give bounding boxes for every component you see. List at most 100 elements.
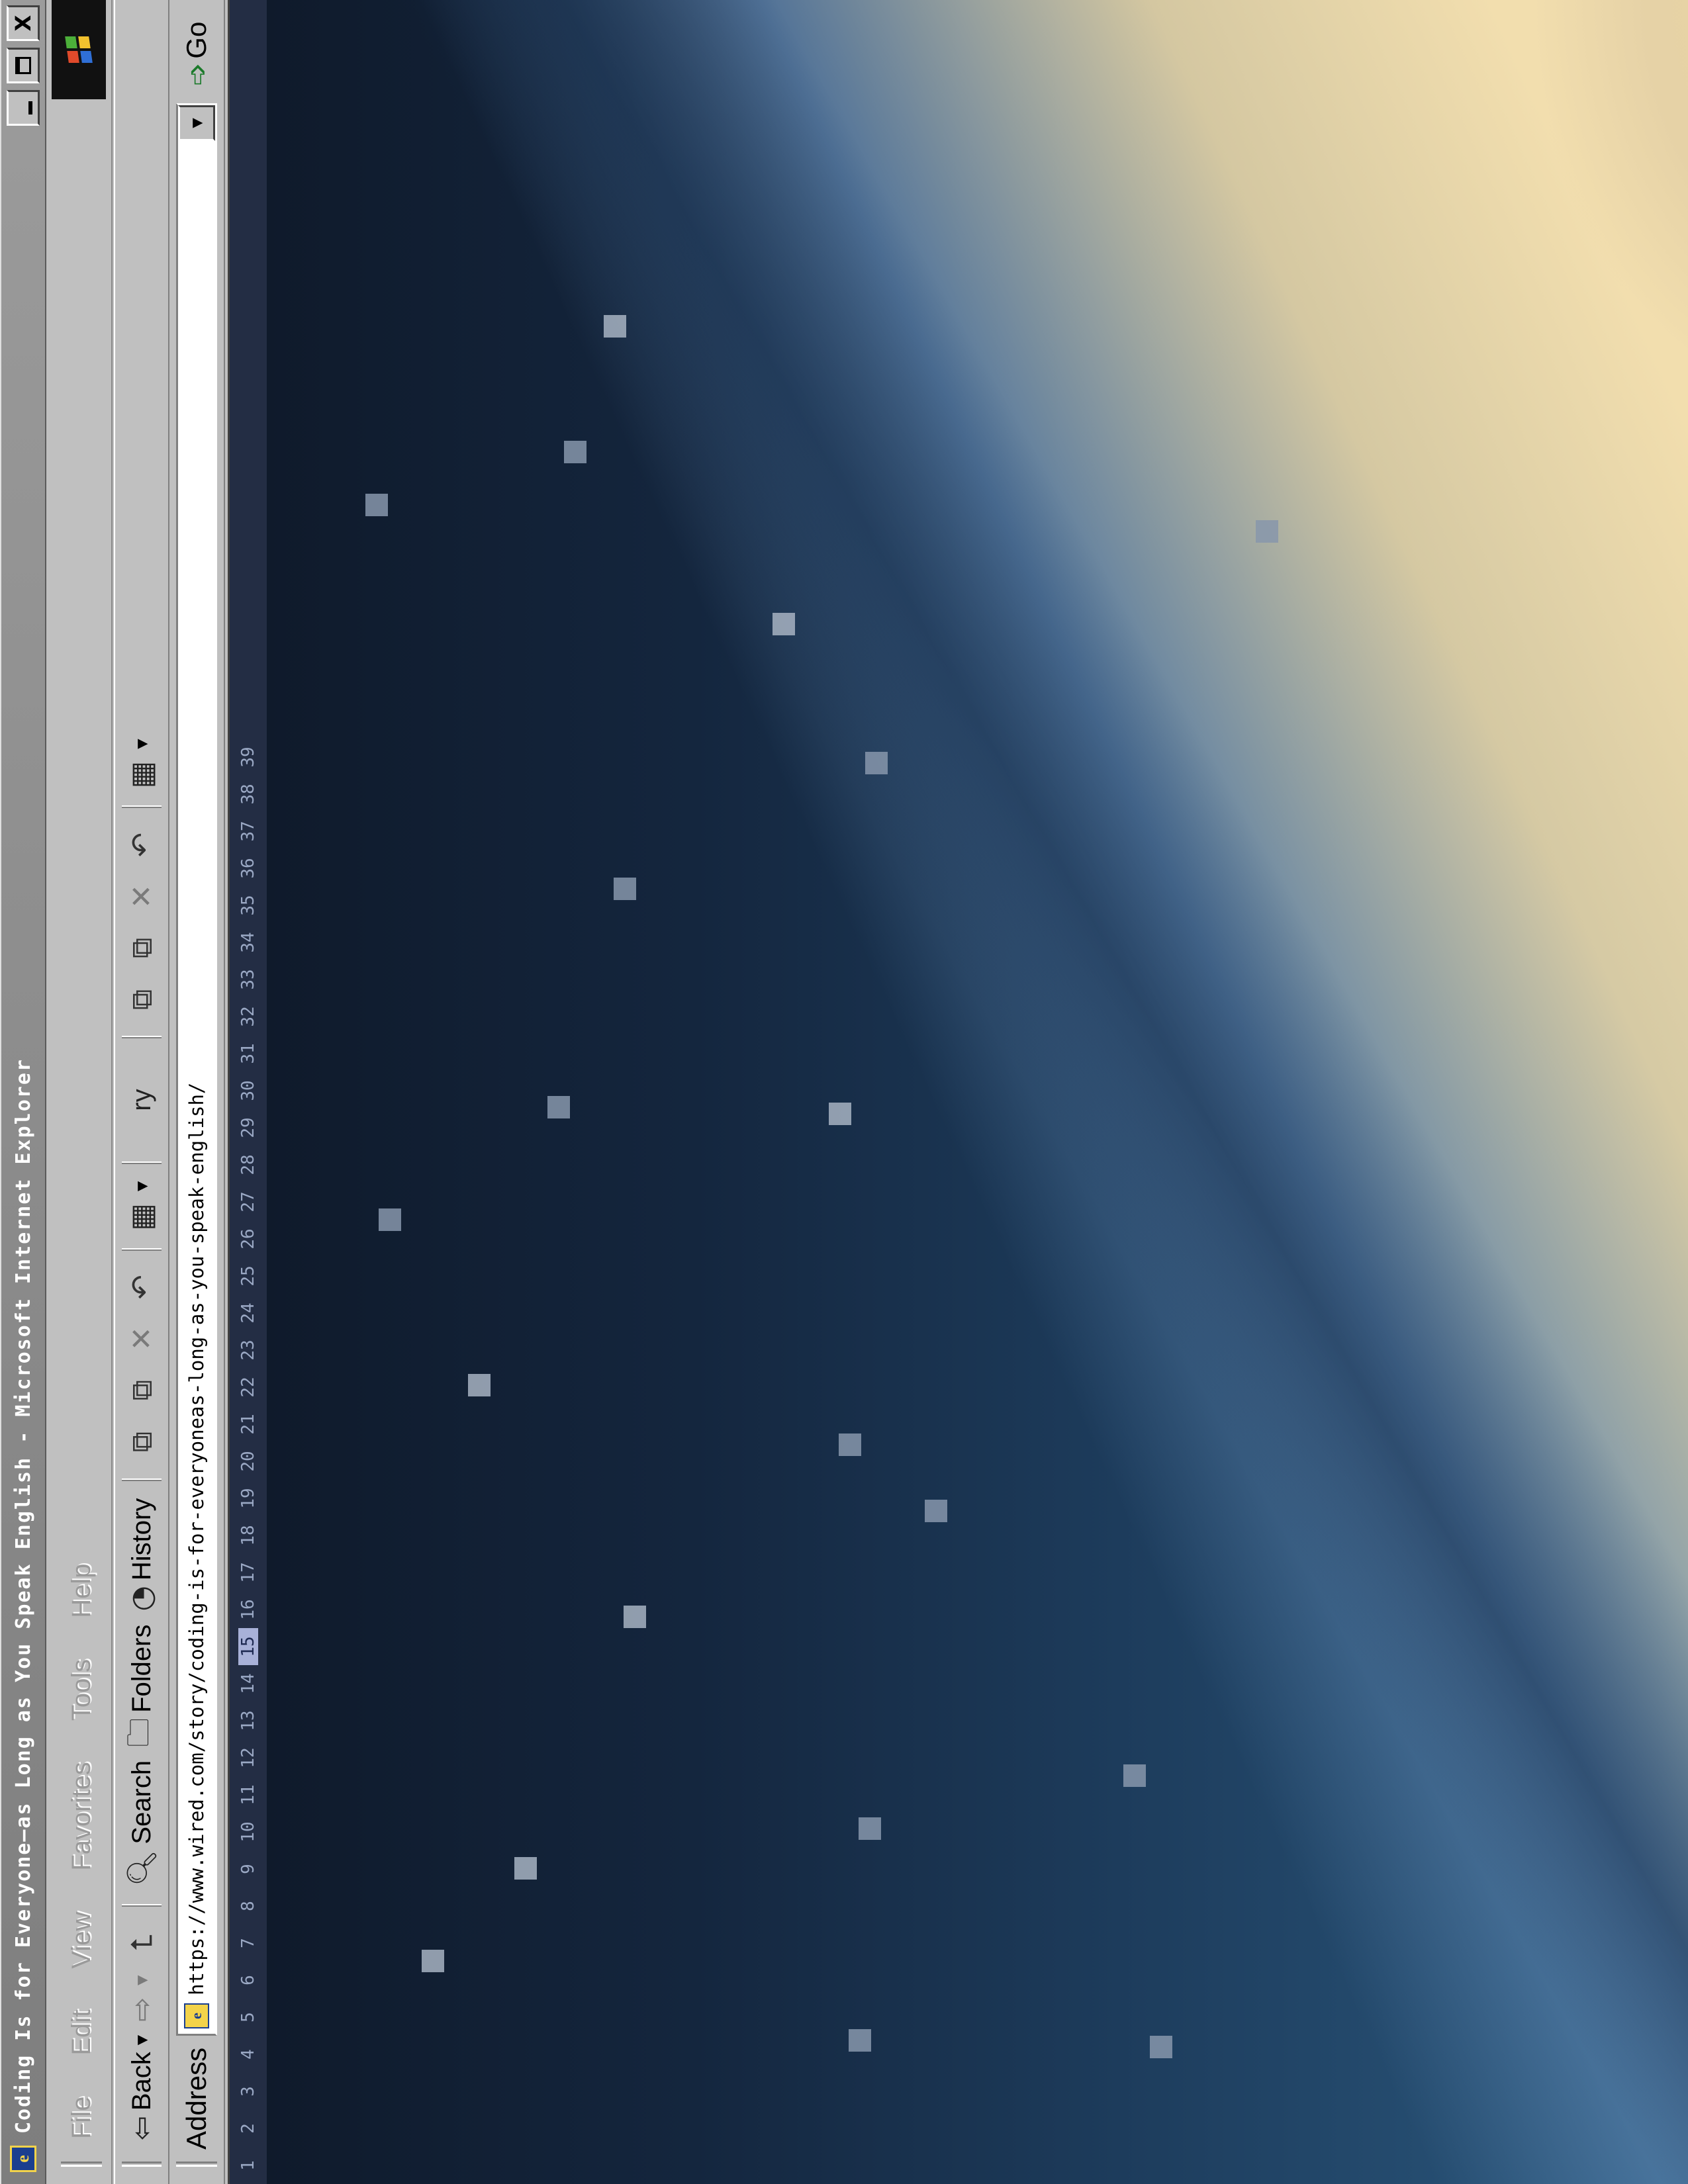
forward-arrow-icon: ⇨ <box>124 1997 159 2022</box>
address-bar: Address e ▼ ➩ Go <box>169 0 225 2184</box>
address-field[interactable]: e ▼ <box>176 103 217 2036</box>
menu-view[interactable]: View <box>67 1912 97 1969</box>
line-number: 16 <box>238 1599 258 1620</box>
delete-button[interactable]: ✕ <box>122 1320 161 1358</box>
menu-file[interactable]: File <box>67 2097 97 2139</box>
star-pixel <box>365 494 388 516</box>
line-number: 27 <box>238 1191 258 1212</box>
address-label: Address <box>181 2047 212 2150</box>
delete-button-2[interactable]: ✕ <box>122 877 161 915</box>
star-pixel <box>468 1374 491 1396</box>
undo-button-2[interactable]: ↶ <box>122 825 161 864</box>
star-pixel <box>547 1096 570 1118</box>
star-pixel <box>773 613 795 635</box>
move-to-button-2[interactable]: ⧉ <box>122 980 161 1019</box>
line-number: 1 <box>238 2160 258 2171</box>
galaxy-dust-lane <box>267 0 1688 2184</box>
title-bar[interactable]: e Coding Is for Everyone—as Long as You … <box>0 0 46 2184</box>
close-button[interactable]: X <box>7 5 40 41</box>
line-number-gutter: 1 2 3 4 5 6 7 8 9 10 11 12 13 14 15 16 17 18 19 20 21 22 23 24 2… <box>230 0 267 2184</box>
minimize-button[interactable] <box>7 90 40 126</box>
ie-window: e Coding Is for Everyone—as Long as You … <box>0 0 1688 2184</box>
copy-to-button[interactable]: ⧉ <box>122 1371 161 1410</box>
move-to-button[interactable]: ⧉ <box>122 1423 161 1461</box>
toolbar-separator <box>122 1248 162 1251</box>
star-pixel <box>604 315 626 338</box>
views-dropdown-icon[interactable]: ▼ <box>134 739 150 749</box>
go-label: Go <box>181 21 212 59</box>
windows-logo <box>52 0 106 99</box>
move-to-icon: ⧉ <box>124 1431 159 1453</box>
toolbar-separator <box>122 805 162 809</box>
menu-bar-grip[interactable] <box>61 2161 102 2167</box>
address-bar-grip[interactable] <box>176 2161 217 2167</box>
line-number: 9 <box>238 1864 258 1874</box>
line-number: 5 <box>238 2012 258 2023</box>
history-icon: ◔ <box>124 1586 159 1612</box>
delete-icon: ✕ <box>124 884 159 909</box>
back-dropdown-icon[interactable]: ▼ <box>134 2035 150 2045</box>
line-number: 23 <box>238 1340 258 1361</box>
address-dropdown-button[interactable]: ▼ <box>178 105 215 141</box>
toolbar-grip[interactable] <box>122 2161 162 2167</box>
line-number: 13 <box>238 1710 258 1731</box>
undo-button[interactable]: ↶ <box>122 1268 161 1306</box>
star-pixel <box>614 878 636 900</box>
page-icon: e <box>184 2003 209 2028</box>
star-pixel <box>1256 520 1278 543</box>
line-number: 34 <box>238 932 258 953</box>
undo-icon: ↶ <box>124 1275 159 1300</box>
menu-edit[interactable]: Edit <box>67 2010 97 2056</box>
views-dropdown-icon[interactable]: ▼ <box>134 1181 150 1191</box>
line-number: 33 <box>238 969 258 990</box>
up-folder-button[interactable]: ⮤ <box>122 1924 161 1962</box>
ie-page-icon[interactable]: e <box>10 2146 36 2172</box>
toolbar-separator <box>122 1036 162 1039</box>
page-content[interactable]: 1 2 3 4 5 6 7 8 9 10 11 12 13 14 15 16 17 18 19 20 21 22 23 24 2… <box>228 0 1688 2184</box>
chevron-down-icon: ▼ <box>189 118 205 128</box>
line-number: 37 <box>238 821 258 842</box>
line-number: 30 <box>238 1080 258 1101</box>
views-button[interactable]: ▦ ▼ <box>120 1175 163 1238</box>
menu-tools[interactable]: Tools <box>67 1659 97 1721</box>
line-number: 38 <box>238 784 258 805</box>
copy-to-icon: ⧉ <box>124 1379 159 1401</box>
search-label: Search <box>126 1760 156 1844</box>
line-number: 35 <box>238 895 258 916</box>
up-folder-icon: ⮤ <box>124 1934 159 1952</box>
folders-button[interactable]: 🗀 Folders <box>120 1618 163 1754</box>
menu-bar: File Edit View Favorites Tools Help <box>52 0 113 2184</box>
search-button[interactable]: 🔍︎ Search <box>120 1754 163 1893</box>
close-icon: X <box>11 15 36 32</box>
line-number: 36 <box>238 858 258 879</box>
forward-button[interactable]: ⇨ ▼ <box>120 1969 163 2028</box>
back-label: Back <box>126 2052 156 2111</box>
line-number: 15 <box>238 1628 258 1665</box>
history-label: History <box>126 1498 156 1581</box>
folders-icon: 🗀 <box>121 1717 156 1747</box>
star-pixel <box>422 1950 444 1972</box>
line-number: 4 <box>238 2049 258 2060</box>
window-controls: X <box>7 5 40 126</box>
windows-flag-icon <box>65 36 93 63</box>
forward-dropdown-icon[interactable]: ▼ <box>134 1976 150 1985</box>
toolbar-separator <box>122 1478 162 1481</box>
line-number: 8 <box>238 1901 258 1911</box>
back-button[interactable]: ⇦ Back ▼ <box>120 2028 163 2147</box>
line-number: 22 <box>238 1377 258 1398</box>
address-input[interactable] <box>177 140 216 1997</box>
star-pixel <box>829 1103 851 1125</box>
line-number: 26 <box>238 1228 258 1250</box>
menu-help[interactable]: Help <box>67 1563 97 1617</box>
line-number: 24 <box>238 1302 258 1324</box>
views-button-2[interactable]: ▦ ▼ <box>120 732 163 795</box>
copy-to-icon: ⧉ <box>124 937 159 959</box>
history-button[interactable]: ◔ History <box>120 1492 163 1618</box>
back-arrow-icon: ⇦ <box>124 2116 159 2140</box>
go-button[interactable]: ➩ Go <box>181 22 213 86</box>
menu-favorites[interactable]: Favorites <box>67 1762 97 1871</box>
maximize-button[interactable] <box>7 48 40 83</box>
star-pixel <box>379 1208 401 1231</box>
copy-to-button-2[interactable]: ⧉ <box>122 929 161 967</box>
line-number: 14 <box>238 1673 258 1694</box>
